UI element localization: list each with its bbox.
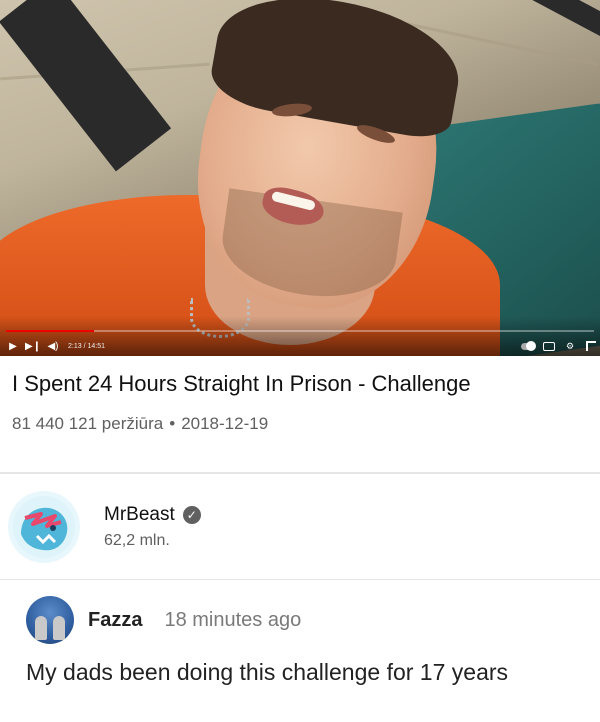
comment-timestamp: 18 minutes ago <box>164 608 302 631</box>
progress-fill <box>6 330 94 332</box>
gear-icon[interactable]: ⚙ <box>563 339 577 353</box>
view-count: 81 440 121 peržiūra <box>12 414 164 433</box>
fullscreen-icon[interactable] <box>584 339 598 353</box>
volume-icon[interactable]: ◀) <box>46 339 60 353</box>
video-player[interactable]: ▶ ▶❙ ◀) 2:13 / 14:51 ⚙ <box>0 0 600 356</box>
channel-name-row: MrBeast ✓ <box>104 504 201 526</box>
time-display: 2:13 / 14:51 <box>68 342 105 350</box>
channel-avatar[interactable] <box>8 490 80 563</box>
comment-text: My dads been doing this challenge for 17… <box>26 659 509 685</box>
progress-bar[interactable] <box>6 330 594 332</box>
video-title: I Spent 24 Hours Straight In Prison - Ch… <box>12 371 471 396</box>
upload-date: 2018-12-19 <box>181 414 269 433</box>
play-icon[interactable]: ▶ <box>6 339 20 353</box>
beast-logo-icon <box>13 495 75 558</box>
comment: Fazza 18 minutes ago My dads been doing … <box>0 580 600 687</box>
autoplay-toggle[interactable] <box>521 339 536 353</box>
avatar[interactable] <box>26 596 74 644</box>
subscriber-count: 62,2 mln. <box>104 531 170 549</box>
channel-info: MrBeast ✓ 62,2 mln. <box>104 504 201 550</box>
next-icon[interactable]: ▶❙ <box>25 339 41 353</box>
channel-row[interactable]: MrBeast ✓ 62,2 mln. <box>0 474 600 580</box>
comment-author[interactable]: Fazza <box>88 609 142 632</box>
meta-separator: • <box>169 414 176 433</box>
captions-icon[interactable] <box>542 339 556 353</box>
player-controls: ▶ ▶❙ ◀) 2:13 / 14:51 ⚙ <box>0 338 600 354</box>
bed-frame <box>0 0 172 172</box>
channel-name[interactable]: MrBeast <box>104 504 175 526</box>
video-meta: 81 440 121 peržiūra • 2018-12-19 <box>12 414 588 434</box>
comment-header: Fazza 18 minutes ago <box>26 596 600 644</box>
check-icon: ✓ <box>182 505 201 524</box>
video-info: I Spent 24 Hours Straight In Prison - Ch… <box>0 356 600 474</box>
